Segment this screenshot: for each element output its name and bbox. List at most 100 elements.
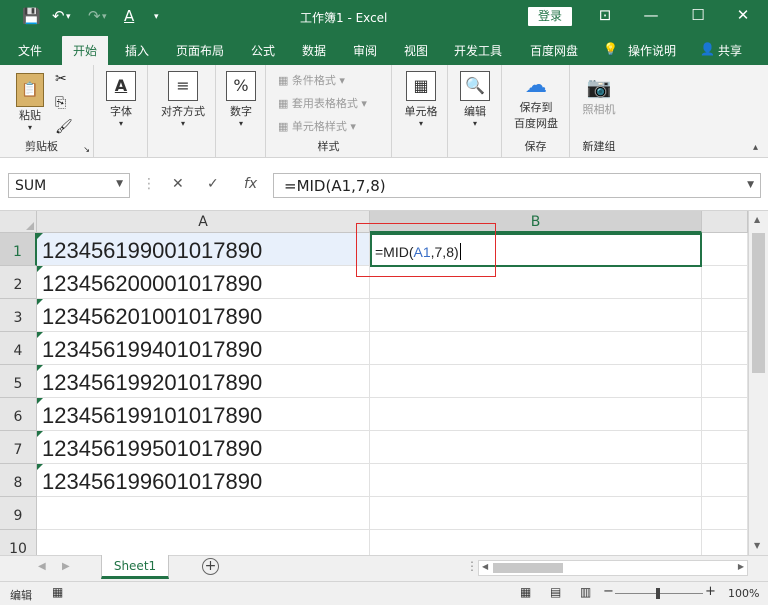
horizontal-scrollbar[interactable]: ◀ ▶ [478, 560, 748, 576]
save-to-baidu-button[interactable]: ☁ 保存到 百度网盘 [506, 73, 566, 131]
row-header[interactable]: 2 [0, 266, 37, 299]
tab-split-icon[interactable]: ⋮ [466, 559, 478, 573]
tab-baidu-disk[interactable]: 百度网盘 [530, 42, 578, 59]
tab-data[interactable]: 数据 [302, 42, 326, 59]
cell-c8[interactable] [702, 464, 748, 497]
tab-home[interactable]: 开始 [62, 36, 109, 65]
scroll-left-icon[interactable]: ◀ [482, 562, 488, 571]
cell-c9[interactable] [702, 497, 748, 530]
maximize-icon[interactable]: ☐ [683, 6, 713, 24]
customize-qat-icon[interactable]: ▾ [154, 12, 159, 22]
format-painter-icon[interactable]: 🖌 [55, 119, 73, 135]
cell-a8[interactable]: 123456199601017890 [37, 464, 370, 497]
column-header-c[interactable] [702, 211, 748, 233]
scroll-down-icon[interactable]: ▼ [754, 541, 760, 550]
conditional-format-button[interactable]: ▦ 条件格式 ▾ [278, 72, 345, 88]
cell-style-button[interactable]: ▦ 单元格样式 ▾ [278, 118, 356, 134]
clipboard-launcher-icon[interactable]: ↘ [83, 145, 90, 154]
cell-c10[interactable] [702, 530, 748, 555]
cell-b6[interactable] [370, 398, 702, 431]
cell-b5[interactable] [370, 365, 702, 398]
scroll-up-icon[interactable]: ▲ [754, 215, 760, 224]
enter-icon[interactable]: ✓ [207, 176, 219, 192]
share-icon[interactable]: 👤 [700, 42, 715, 56]
vertical-scroll-thumb[interactable] [752, 233, 765, 373]
vertical-scrollbar[interactable]: ▲ ▼ [748, 211, 768, 555]
cell-c3[interactable] [702, 299, 748, 332]
collapse-ribbon-icon[interactable]: ▴ [753, 142, 758, 153]
share-button[interactable]: 共享 [718, 42, 742, 59]
copy-icon[interactable]: ⎘ [55, 95, 66, 111]
cut-icon[interactable]: ✂ [55, 71, 67, 87]
cell-a5[interactable]: 123456199201017890 [37, 365, 370, 398]
cancel-icon[interactable]: ✕ [172, 176, 184, 192]
cell-c7[interactable] [702, 431, 748, 464]
expand-formula-icon[interactable]: ▼ [747, 180, 754, 190]
row-header[interactable]: 1 [0, 233, 37, 266]
prev-sheet-icon[interactable]: ◀ [38, 561, 46, 572]
horizontal-scroll-thumb[interactable] [493, 563, 563, 573]
cells-button[interactable]: ▦ 单元格 ▾ [398, 71, 444, 128]
tab-view[interactable]: 视图 [404, 42, 428, 59]
select-all-corner[interactable] [0, 211, 37, 233]
font-color-icon[interactable]: A [124, 7, 134, 25]
cell-b7[interactable] [370, 431, 702, 464]
cell-a1[interactable]: 123456199001017890 [37, 233, 370, 266]
editing-button[interactable]: 🔍 编辑 ▾ [458, 71, 492, 128]
add-sheet-icon[interactable]: + [202, 558, 219, 575]
close-icon[interactable]: ✕ [728, 6, 758, 24]
tab-formulas[interactable]: 公式 [251, 42, 275, 59]
cell-b9[interactable] [370, 497, 702, 530]
undo-icon[interactable]: ↶ [52, 7, 65, 25]
next-sheet-icon[interactable]: ▶ [62, 561, 70, 572]
tab-insert[interactable]: 插入 [125, 42, 149, 59]
zoom-slider-thumb[interactable] [656, 588, 660, 599]
row-header[interactable]: 5 [0, 365, 37, 398]
row-header[interactable]: 7 [0, 431, 37, 464]
cell-a4[interactable]: 123456199401017890 [37, 332, 370, 365]
row-header[interactable]: 4 [0, 332, 37, 365]
tab-review[interactable]: 审阅 [353, 42, 377, 59]
formula-input[interactable]: =MID(A1,7,8) ▼ [273, 173, 761, 198]
cell-b10[interactable] [370, 530, 702, 555]
cell-c4[interactable] [702, 332, 748, 365]
cell-b8[interactable] [370, 464, 702, 497]
tab-page-layout[interactable]: 页面布局 [176, 42, 224, 59]
row-header[interactable]: 8 [0, 464, 37, 497]
cell-a2[interactable]: 123456200001017890 [37, 266, 370, 299]
cell-b3[interactable] [370, 299, 702, 332]
cell-a10[interactable] [37, 530, 370, 555]
insert-function-icon[interactable]: fx [244, 176, 257, 192]
cell-a9[interactable] [37, 497, 370, 530]
normal-view-icon[interactable]: ▦ [520, 585, 531, 599]
row-header[interactable]: 6 [0, 398, 37, 431]
page-break-view-icon[interactable]: ▥ [580, 585, 591, 599]
tab-file[interactable]: 文件 [18, 42, 42, 59]
undo-dropdown-icon[interactable]: ▾ [66, 12, 71, 22]
zoom-in-icon[interactable]: + [705, 584, 716, 599]
cell-c2[interactable] [702, 266, 748, 299]
redo-dropdown-icon[interactable]: ▾ [102, 12, 107, 22]
paste-button[interactable]: 📋 粘贴 ▾ [12, 73, 48, 132]
alignment-button[interactable]: ≡ 对齐方式 ▾ [154, 71, 212, 128]
cell-b4[interactable] [370, 332, 702, 365]
redo-icon[interactable]: ↷ [88, 7, 101, 25]
save-icon[interactable]: 💾 [22, 7, 41, 25]
login-button[interactable]: 登录 [528, 7, 572, 26]
cell-c6[interactable] [702, 398, 748, 431]
ribbon-display-icon[interactable]: ⊡ [590, 6, 620, 24]
name-box-dropdown-icon[interactable]: ▼ [116, 179, 123, 189]
table-format-button[interactable]: ▦ 套用表格格式 ▾ [278, 95, 367, 111]
macro-record-icon[interactable]: ▦ [52, 585, 63, 599]
cell-a7[interactable]: 123456199501017890 [37, 431, 370, 464]
cell-a3[interactable]: 123456201001017890 [37, 299, 370, 332]
sheet-tab-sheet1[interactable]: Sheet1 [101, 555, 169, 579]
cell-a6[interactable]: 123456199101017890 [37, 398, 370, 431]
row-header[interactable]: 3 [0, 299, 37, 332]
worksheet-grid[interactable]: A B 1 2 3 4 5 6 7 8 9 10 123456199001017… [0, 211, 768, 555]
zoom-out-icon[interactable]: − [603, 584, 614, 599]
column-header-a[interactable]: A [37, 211, 370, 233]
camera-button[interactable]: 📷 照相机 [578, 73, 620, 117]
zoom-level[interactable]: 100% [728, 587, 759, 600]
minimize-icon[interactable]: — [636, 6, 666, 24]
